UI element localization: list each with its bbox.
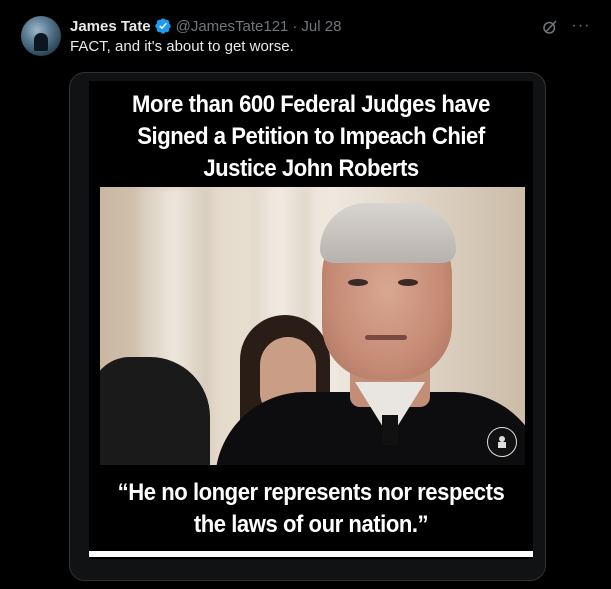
media-card[interactable]: More than 600 Federal Judges have Signed…: [69, 72, 546, 581]
grok-icon[interactable]: [541, 18, 559, 36]
meme-headline: More than 600 Federal Judges have Signed…: [132, 91, 490, 182]
watermark-logo-icon: [498, 436, 506, 448]
avatar[interactable]: [21, 16, 61, 56]
handle[interactable]: @JamesTate121: [176, 18, 289, 35]
judge-eye: [348, 279, 368, 286]
meme-image[interactable]: More than 600 Federal Judges have Signed…: [89, 81, 533, 559]
watermark-logo: [487, 427, 517, 457]
judge-tie: [382, 415, 398, 445]
judge-eye: [398, 279, 418, 286]
display-name[interactable]: James Tate: [70, 18, 151, 35]
verified-badge-icon[interactable]: [154, 17, 172, 35]
meme-bottom-border: [89, 551, 533, 557]
judge-hair: [320, 203, 456, 263]
meme-photo: [100, 187, 525, 465]
separator-dot: ·: [292, 17, 298, 35]
meme-quote: “He no longer represents nor respects th…: [117, 479, 505, 538]
avatar-figure: [34, 33, 48, 51]
tweet-text: FACT, and it's about to get worse.: [70, 38, 294, 55]
tweet-date[interactable]: Jul 28: [301, 18, 341, 35]
judge-mouth: [365, 335, 407, 340]
tweet-header: James Tate @JamesTate121 · Jul 28: [70, 16, 591, 36]
more-options-icon[interactable]: ···: [571, 16, 591, 36]
